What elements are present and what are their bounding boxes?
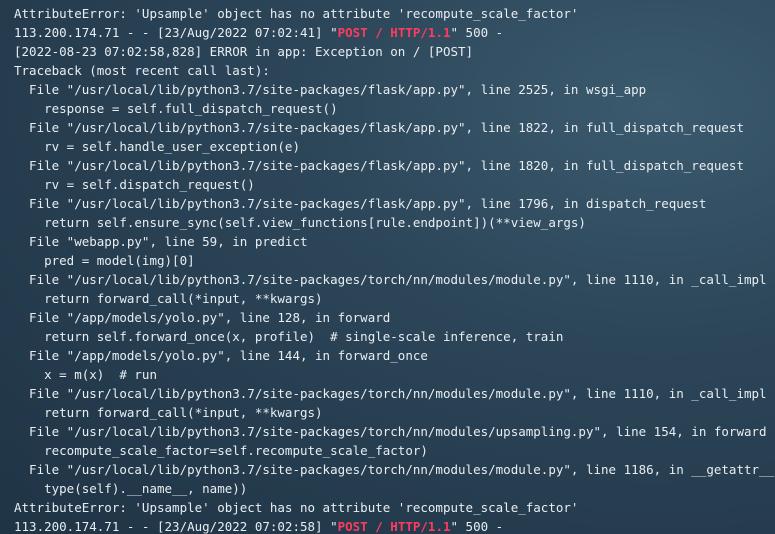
traceback-frame: File "/usr/local/lib/python3.7/site-pack… bbox=[14, 196, 707, 211]
traceback-frame: File "/usr/local/lib/python3.7/site-pack… bbox=[14, 272, 767, 287]
access-log-prefix: 113.200.174.71 - - [23/Aug/2022 07:02:41… bbox=[14, 25, 338, 40]
traceback-code: response = self.full_dispatch_request() bbox=[14, 101, 338, 116]
traceback-frame: File "webapp.py", line 59, in predict bbox=[14, 234, 308, 249]
terminal-window[interactable]: AttributeError: 'Upsample' object has no… bbox=[0, 0, 775, 534]
traceback-code: recompute_scale_factor=self.recompute_sc… bbox=[14, 443, 428, 458]
access-log-suffix: " 500 - bbox=[450, 25, 504, 40]
traceback-code: type(self).__name__, name)) bbox=[14, 481, 248, 496]
traceback-header: Traceback (most recent call last): bbox=[14, 63, 270, 78]
access-log-prefix: 113.200.174.71 - - [23/Aug/2022 07:02:58… bbox=[14, 519, 338, 534]
traceback-frame: File "/usr/local/lib/python3.7/site-pack… bbox=[14, 82, 647, 97]
terminal-output: AttributeError: 'Upsample' object has no… bbox=[14, 4, 774, 534]
traceback-code: return forward_call(*input, **kwargs) bbox=[14, 291, 323, 306]
traceback-frame: File "/usr/local/lib/python3.7/site-pack… bbox=[14, 120, 744, 135]
traceback-code: pred = model(img)[0] bbox=[14, 253, 195, 268]
traceback-code: rv = self.dispatch_request() bbox=[14, 177, 255, 192]
error-message-line: AttributeError: 'Upsample' object has no… bbox=[14, 6, 579, 21]
access-log-line: 113.200.174.71 - - [23/Aug/2022 07:02:41… bbox=[14, 23, 774, 42]
access-log-suffix: " 500 - bbox=[450, 519, 504, 534]
error-log-line: [2022-08-23 07:02:58,828] ERROR in app: … bbox=[14, 44, 474, 59]
traceback-frame: File "/app/models/yolo.py", line 144, in… bbox=[14, 348, 428, 363]
traceback-code: return forward_call(*input, **kwargs) bbox=[14, 405, 323, 420]
traceback-frame: File "/usr/local/lib/python3.7/site-pack… bbox=[14, 158, 744, 173]
traceback-frame: File "/usr/local/lib/python3.7/site-pack… bbox=[14, 386, 767, 401]
traceback-frame: File "/usr/local/lib/python3.7/site-pack… bbox=[14, 462, 775, 477]
traceback-frame: File "/usr/local/lib/python3.7/site-pack… bbox=[14, 424, 767, 439]
http-request-highlight: POST / HTTP/1.1 bbox=[337, 519, 451, 534]
access-log-line: 113.200.174.71 - - [23/Aug/2022 07:02:58… bbox=[14, 517, 774, 534]
traceback-frame: File "/app/models/yolo.py", line 128, in… bbox=[14, 310, 391, 325]
http-request-highlight: POST / HTTP/1.1 bbox=[337, 25, 451, 40]
traceback-code: return self.ensure_sync(self.view_functi… bbox=[14, 215, 586, 230]
traceback-code: rv = self.handle_user_exception(e) bbox=[14, 139, 300, 154]
traceback-code: return self.forward_once(x, profile) # s… bbox=[14, 329, 564, 344]
error-message-line: AttributeError: 'Upsample' object has no… bbox=[14, 500, 579, 515]
traceback-code: x = m(x) # run bbox=[14, 367, 157, 382]
